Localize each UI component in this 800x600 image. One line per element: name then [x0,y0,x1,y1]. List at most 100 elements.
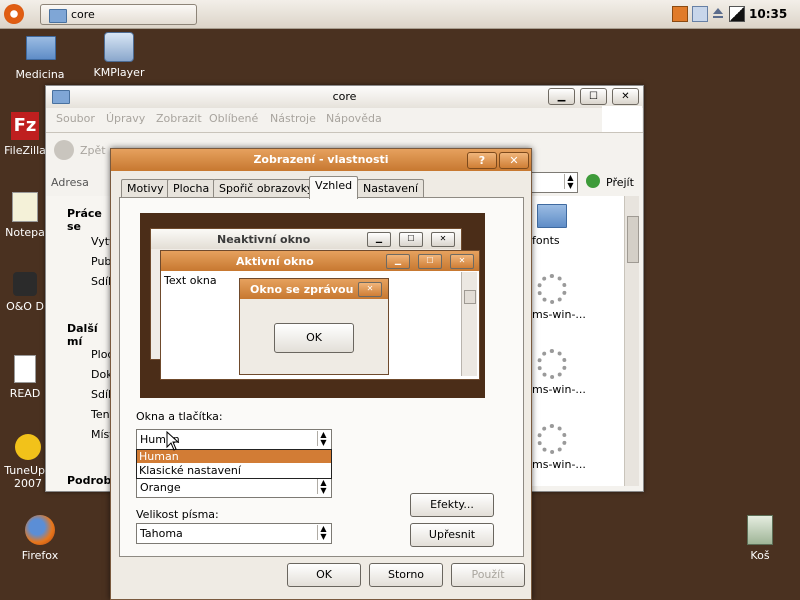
address-label: Adresa [51,176,89,189]
select-value: Orange [140,481,181,494]
tab-sporic[interactable]: Spořič obrazovky [213,179,320,198]
explorer-titlebar[interactable]: core ▁ ☐ ✕ [46,86,643,108]
preview-msgbox-title: Okno se zprávou [250,283,354,296]
throbber-icon [602,106,642,132]
desktop-icon-label: Firefox [21,549,59,562]
preview-msgbox-titlebar: Okno se zprávou ✕ [240,279,388,299]
scrollbar[interactable] [624,196,639,486]
preview-active-titlebar: Aktivní okno ▁ ☐ ✕ [161,251,479,271]
close-icon: ✕ [358,282,382,297]
desktop-icon-label: Koš [750,549,770,562]
appearance-preview: Neaktivní okno ▁ ☐ ✕ Aktivní okno ▁ ☐ ✕ … [140,213,485,398]
close-icon: ✕ [431,232,455,247]
advanced-button[interactable]: Upřesnit [410,523,494,547]
firefox-icon [25,515,55,545]
preview-ok-button: OK [274,323,354,353]
menu-zobrazit[interactable]: Zobrazit [156,112,202,125]
ubuntu-menu-icon[interactable] [4,4,24,24]
cs-tray-icon[interactable] [672,6,688,22]
eject-tray-icon[interactable] [711,6,725,20]
font-size-label: Velikost písma: [136,508,219,521]
desktop-icon-trash[interactable]: Koš [720,515,800,562]
back-label: Zpět [80,144,106,157]
preview-message-box: Okno se zprávou ✕ OK [239,278,389,375]
tab-vzhled[interactable]: Vzhled [309,176,359,199]
notepad-icon [12,192,38,222]
kmplayer-icon [104,32,134,62]
gear-icon [537,349,567,379]
go-label[interactable]: Přejít [606,176,634,189]
font-size-select[interactable]: Tahoma ▲ ▼ [136,523,332,544]
file-item[interactable]: ms-win-... [532,458,586,471]
preview-active-title: Aktivní okno [236,255,314,268]
select-value: Tahoma [140,527,183,540]
mouse-cursor-icon [166,430,180,454]
desktop-icon-label: Medicina [15,68,65,81]
display-properties-dialog: Zobrazení - vlastnosti ? ✕ Motivy Plocha… [110,148,532,600]
preview-scrollbar [461,272,477,376]
spin-arrows-icon: ▲ ▼ [317,479,329,495]
cancel-button[interactable]: Storno [369,563,443,587]
menu-napoveda[interactable]: Nápověda [326,112,382,125]
folder-icon [26,36,56,60]
dropdown-option-classic[interactable]: Klasické nastavení [137,464,331,477]
tab-panel-vzhled: Neaktivní okno ▁ ☐ ✕ Aktivní okno ▁ ☐ ✕ … [119,197,524,557]
file-item[interactable]: ms-win-... [532,308,586,321]
maximize-button[interactable]: ☐ [580,88,607,105]
spin-arrows-icon: ▲ ▼ [317,431,329,447]
minimize-icon: ▁ [386,254,410,269]
maximize-icon: ☐ [399,232,423,247]
gear-icon [537,424,567,454]
clock[interactable]: 10:35 [749,7,787,21]
color-scheme-select[interactable]: Orange ▲ ▼ [136,477,332,498]
display-tray-icon[interactable] [729,6,745,22]
apply-button[interactable]: Použít [451,563,525,587]
gear-icon [537,274,567,304]
windows-buttons-label: Okna a tlačítka: [136,410,223,423]
back-arrow-icon[interactable] [54,140,74,160]
spin-arrows-icon: ▲ ▼ [317,525,329,541]
task-sidebar: Práce se Vytv Publ Sdíle Další mí Ploch … [46,196,120,491]
help-button[interactable]: ? [467,152,497,169]
desktop-icon-kmplayer[interactable]: KMPlayer [79,32,159,79]
ok-button[interactable]: OK [287,563,361,587]
text-file-icon [14,355,36,383]
sidebar-section-tasks: Práce se [67,207,102,233]
preview-inactive-titlebar: Neaktivní okno ▁ ☐ ✕ [151,229,461,249]
close-button[interactable]: ✕ [612,88,639,105]
top-panel: core 10:35 [0,0,800,29]
folder-icon [537,204,567,228]
effects-button[interactable]: Efekty... [410,493,494,517]
folder-icon [49,9,67,23]
file-list: fonts ms-win-... ms-win-... ms-win-... [532,196,624,486]
close-icon: ✕ [450,254,474,269]
maximize-icon: ☐ [418,254,442,269]
menu-nastroje[interactable]: Nástroje [270,112,316,125]
dialog-titlebar[interactable]: Zobrazení - vlastnosti ? ✕ [111,149,531,171]
menu-upravy[interactable]: Úpravy [106,112,145,125]
go-arrow-icon[interactable] [586,174,600,188]
preview-window-text: Text okna [164,274,217,287]
filezilla-icon: Fz [11,112,39,140]
network-tray-icon[interactable] [692,6,708,22]
minimize-button[interactable]: ▁ [548,88,575,105]
tuneup-icon [15,434,41,460]
preview-active-window: Aktivní okno ▁ ☐ ✕ Text okna Okno se zpr… [160,250,480,380]
tab-nastaveni[interactable]: Nastavení [357,179,425,198]
tab-plocha[interactable]: Plocha [167,179,216,198]
desktop-icon-firefox[interactable]: Firefox [0,515,80,562]
desktop-icon-label: KMPlayer [93,66,145,79]
menu-soubor[interactable]: Soubor [56,112,95,125]
taskbar-item-label: core [71,8,95,21]
desktop-icon-medicina[interactable]: Medicina [0,32,80,81]
minimize-icon: ▁ [367,232,391,247]
file-item-fonts[interactable]: fonts [532,234,560,247]
taskbar-item-core[interactable]: core [40,4,197,25]
file-item[interactable]: ms-win-... [532,383,586,396]
oo-defrag-icon [13,272,37,296]
menu-oblibene[interactable]: Oblíbené [209,112,258,125]
tab-motivy[interactable]: Motivy [121,179,170,198]
preview-inactive-title: Neaktivní okno [217,233,311,246]
close-button[interactable]: ✕ [499,152,529,169]
trash-icon [747,515,773,545]
